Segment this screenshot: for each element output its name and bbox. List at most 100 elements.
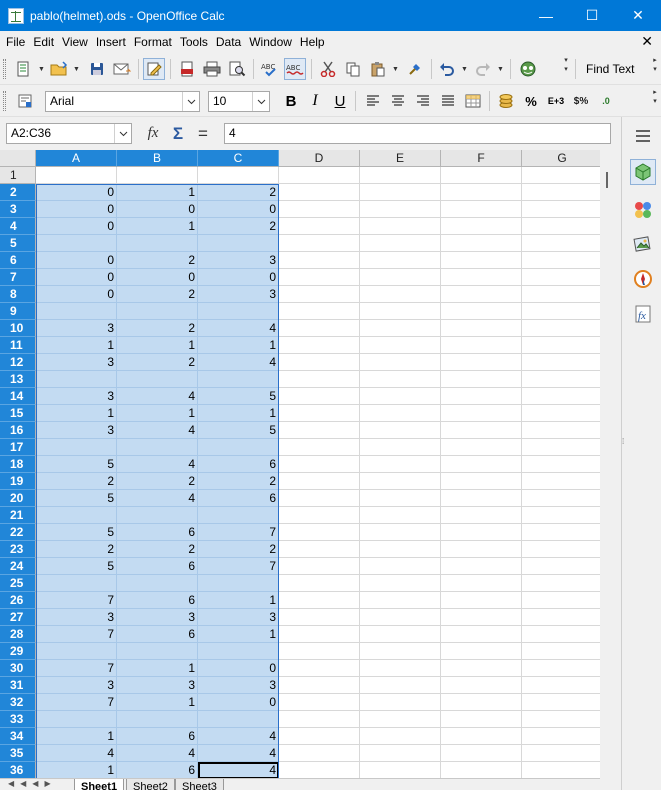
cell-c2[interactable]: 2 bbox=[198, 184, 279, 201]
cell-e27[interactable] bbox=[360, 609, 441, 626]
cell-b7[interactable]: 0 bbox=[117, 269, 198, 286]
cell-a8[interactable]: 0 bbox=[36, 286, 117, 303]
cell-a25[interactable] bbox=[36, 575, 117, 592]
column-header-f[interactable]: F bbox=[441, 150, 522, 167]
cell-e11[interactable] bbox=[360, 337, 441, 354]
column-header-c[interactable]: C bbox=[198, 150, 279, 167]
cell-f16[interactable] bbox=[441, 422, 522, 439]
row-header[interactable]: 10 bbox=[0, 320, 36, 337]
cell-b26[interactable]: 6 bbox=[117, 592, 198, 609]
cell-a20[interactable]: 5 bbox=[36, 490, 117, 507]
cell-f9[interactable] bbox=[441, 303, 522, 320]
spellcheck-icon[interactable]: ABC bbox=[259, 58, 281, 80]
new-document-icon[interactable] bbox=[12, 58, 34, 80]
cell-g31[interactable] bbox=[522, 677, 600, 694]
cell-a4[interactable]: 0 bbox=[36, 218, 117, 235]
open-dropdown-arrow[interactable]: ▼ bbox=[72, 58, 81, 80]
cell-g13[interactable] bbox=[522, 371, 600, 388]
styles-formatting-icon[interactable] bbox=[14, 90, 36, 112]
cell-c16[interactable]: 5 bbox=[198, 422, 279, 439]
cell-d22[interactable] bbox=[279, 524, 360, 541]
row-header[interactable]: 17 bbox=[0, 439, 36, 456]
cell-b17[interactable] bbox=[117, 439, 198, 456]
cell-g11[interactable] bbox=[522, 337, 600, 354]
row-header[interactable]: 3 bbox=[0, 201, 36, 218]
cell-b2[interactable]: 1 bbox=[117, 184, 198, 201]
row-header[interactable]: 31 bbox=[0, 677, 36, 694]
cell-d24[interactable] bbox=[279, 558, 360, 575]
cell-e4[interactable] bbox=[360, 218, 441, 235]
cell-d23[interactable] bbox=[279, 541, 360, 558]
spreadsheet-grid[interactable]: A B C D E F G 1 2 3 4 5 6 7 8 9 10 11 12 13 14 15 16 17 1… bbox=[0, 150, 600, 778]
cell-b10[interactable]: 2 bbox=[117, 320, 198, 337]
cell-e15[interactable] bbox=[360, 405, 441, 422]
cell-c33[interactable] bbox=[198, 711, 279, 728]
cell-g33[interactable] bbox=[522, 711, 600, 728]
cell-d14[interactable] bbox=[279, 388, 360, 405]
cell-e16[interactable] bbox=[360, 422, 441, 439]
close-button[interactable]: ✕ bbox=[615, 0, 661, 31]
cell-a35[interactable]: 4 bbox=[36, 745, 117, 762]
row-header[interactable]: 36 bbox=[0, 762, 36, 778]
scrollbar-thumb[interactable] bbox=[606, 172, 608, 188]
cell-g5[interactable] bbox=[522, 235, 600, 252]
cell-a12[interactable]: 3 bbox=[36, 354, 117, 371]
font-size-combobox[interactable]: 10 bbox=[208, 91, 270, 112]
cell-a23[interactable]: 2 bbox=[36, 541, 117, 558]
cell-g23[interactable] bbox=[522, 541, 600, 558]
cell-a24[interactable]: 5 bbox=[36, 558, 117, 575]
row-header[interactable]: 8 bbox=[0, 286, 36, 303]
maximize-button[interactable]: ☐ bbox=[569, 0, 615, 31]
cell-c7[interactable]: 0 bbox=[198, 269, 279, 286]
cell-d13[interactable] bbox=[279, 371, 360, 388]
cell-d8[interactable] bbox=[279, 286, 360, 303]
sheet-tab-3[interactable]: Sheet3 bbox=[175, 779, 224, 790]
cell-a30[interactable]: 7 bbox=[36, 660, 117, 677]
cell-a32[interactable]: 7 bbox=[36, 694, 117, 711]
menu-insert[interactable]: Insert bbox=[92, 31, 130, 53]
cell-d25[interactable] bbox=[279, 575, 360, 592]
cell-a7[interactable]: 0 bbox=[36, 269, 117, 286]
cell-e36[interactable] bbox=[360, 762, 441, 778]
cell-d28[interactable] bbox=[279, 626, 360, 643]
name-box[interactable]: A2:C36 bbox=[6, 123, 132, 144]
menu-help[interactable]: Help bbox=[296, 31, 329, 53]
cell-f15[interactable] bbox=[441, 405, 522, 422]
cell-c35[interactable]: 4 bbox=[198, 745, 279, 762]
cell-e23[interactable] bbox=[360, 541, 441, 558]
cell-a14[interactable]: 3 bbox=[36, 388, 117, 405]
cell-g15[interactable] bbox=[522, 405, 600, 422]
column-header-b[interactable]: B bbox=[117, 150, 198, 167]
cell-b23[interactable]: 2 bbox=[117, 541, 198, 558]
italic-button[interactable]: I bbox=[304, 90, 326, 112]
cell-g17[interactable] bbox=[522, 439, 600, 456]
cell-c25[interactable] bbox=[198, 575, 279, 592]
cell-f13[interactable] bbox=[441, 371, 522, 388]
row-header[interactable]: 20 bbox=[0, 490, 36, 507]
cell-e8[interactable] bbox=[360, 286, 441, 303]
cell-c4[interactable]: 2 bbox=[198, 218, 279, 235]
cell-e29[interactable] bbox=[360, 643, 441, 660]
function-button[interactable]: = bbox=[192, 123, 214, 144]
cell-f23[interactable] bbox=[441, 541, 522, 558]
find-text-field[interactable]: Find Text bbox=[586, 58, 634, 80]
sidebar-menu-icon[interactable] bbox=[630, 123, 656, 149]
cell-f26[interactable] bbox=[441, 592, 522, 609]
cell-b20[interactable]: 4 bbox=[117, 490, 198, 507]
cell-d27[interactable] bbox=[279, 609, 360, 626]
cell-e1[interactable] bbox=[360, 167, 441, 184]
row-header[interactable]: 21 bbox=[0, 507, 36, 524]
cell-f12[interactable] bbox=[441, 354, 522, 371]
row-header[interactable]: 6 bbox=[0, 252, 36, 269]
cell-e28[interactable] bbox=[360, 626, 441, 643]
menu-tools[interactable]: Tools bbox=[176, 31, 212, 53]
cell-a31[interactable]: 3 bbox=[36, 677, 117, 694]
cell-b28[interactable]: 6 bbox=[117, 626, 198, 643]
cell-g9[interactable] bbox=[522, 303, 600, 320]
cell-f29[interactable] bbox=[441, 643, 522, 660]
cell-a36[interactable]: 1 bbox=[36, 762, 117, 778]
cell-g26[interactable] bbox=[522, 592, 600, 609]
cell-c31[interactable]: 3 bbox=[198, 677, 279, 694]
cell-d15[interactable] bbox=[279, 405, 360, 422]
cell-a26[interactable]: 7 bbox=[36, 592, 117, 609]
